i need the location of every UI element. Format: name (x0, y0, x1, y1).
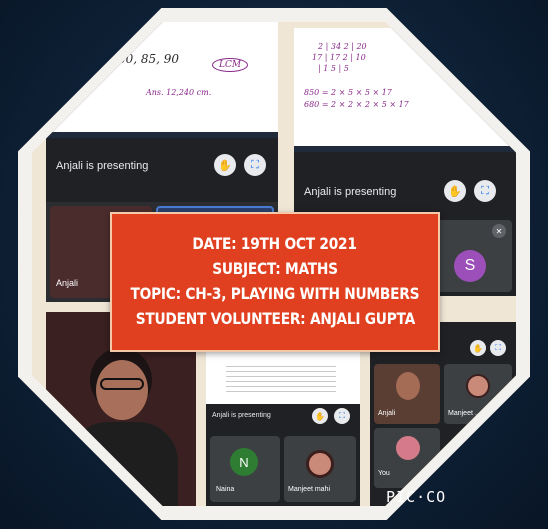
participant-avatar: S (454, 250, 486, 282)
participant-name: Naina (216, 486, 235, 493)
pic-collage-watermark: PIC·CO (386, 488, 447, 506)
document-lines (226, 362, 336, 396)
meeting-screenshot-bottom-center: Anjali is presenting ✋ ⛶ N Naina Manjeet… (206, 352, 360, 506)
banner-date: DATE: 19TH OCT 2021 (192, 234, 358, 254)
participant-photo (396, 372, 420, 400)
participant-tile-anjali: Anjali (374, 364, 440, 424)
fullscreen-icon[interactable]: ⛶ (334, 408, 350, 424)
presenting-caption: Anjali is presenting (212, 412, 271, 419)
whiteboard (206, 352, 360, 404)
raise-hand-icon[interactable]: ✋ (470, 340, 486, 356)
windows-taskbar (294, 146, 516, 152)
windows-taskbar (46, 132, 278, 138)
event-info-banner: DATE: 19TH OCT 2021 SUBJECT: MATHS TOPIC… (110, 212, 440, 352)
meeting-screenshot-top-left: 50, 85, 90 LCM Ans. 12,240 cm. Anjali is… (46, 22, 278, 202)
whiteboard: 50, 85, 90 LCM Ans. 12,240 cm. (46, 22, 278, 132)
whiteboard: 2 | 34 2 | 20 17 | 17 2 | 10 | 1 5 | 5 8… (294, 28, 516, 146)
fullscreen-icon[interactable]: ⛶ (490, 340, 506, 356)
participant-name: Manjeet mahi (288, 486, 331, 493)
participant-photo (396, 436, 420, 460)
glasses (100, 378, 144, 390)
board-row-3: | 1 5 | 5 (318, 64, 349, 73)
banner-subject: SUBJECT: MATHS (212, 259, 338, 279)
board-answer: Ans. 12,240 cm. (146, 88, 212, 97)
participant-name: Anjali (56, 278, 79, 288)
participant-tile-you: You (374, 428, 440, 488)
mic-off-icon: ✕ (100, 474, 114, 488)
board-row-1: 2 | 34 2 | 20 (318, 42, 367, 51)
board-row-4: 850 = 2 × 5 × 5 × 17 (304, 88, 392, 97)
banner-volunteer: STUDENT VOLUNTEER: ANJALI GUPTA (135, 308, 415, 328)
board-row-5: 680 = 2 × 2 × 2 × 5 × 17 (304, 100, 409, 109)
screenshot-collage: 50, 85, 90 LCM Ans. 12,240 cm. Anjali is… (32, 22, 516, 506)
presenting-caption: Anjali is presenting (56, 160, 149, 172)
raise-hand-icon[interactable]: ✋ (312, 408, 328, 424)
raise-hand-icon[interactable]: ✋ (444, 180, 466, 202)
banner-topic: TOPIC: CH-3, PLAYING WITH NUMBERS (130, 284, 420, 303)
participant-avatar: N (230, 448, 258, 476)
participant-photo (306, 450, 334, 478)
participant-name: Anjali (378, 410, 396, 417)
raise-hand-icon[interactable]: ✋ (214, 154, 236, 176)
fullscreen-icon[interactable]: ⛶ (474, 180, 496, 202)
fullscreen-icon[interactable]: ⛶ (244, 154, 266, 176)
board-row-2: 17 | 17 2 | 10 (312, 53, 366, 62)
participant-tile-manjeet: Manjeet mahi (284, 436, 356, 502)
participant-name: You (378, 470, 390, 477)
mic-off-icon: ✕ (492, 224, 506, 238)
student-face (96, 360, 148, 420)
participant-tile-s: ✕ S (434, 220, 512, 292)
participant-photo (466, 374, 490, 398)
participant-tile-naina: N Naina (210, 436, 280, 502)
presenting-caption: Anjali is presenting (304, 186, 397, 198)
board-circled-lcm: LCM (212, 58, 249, 72)
